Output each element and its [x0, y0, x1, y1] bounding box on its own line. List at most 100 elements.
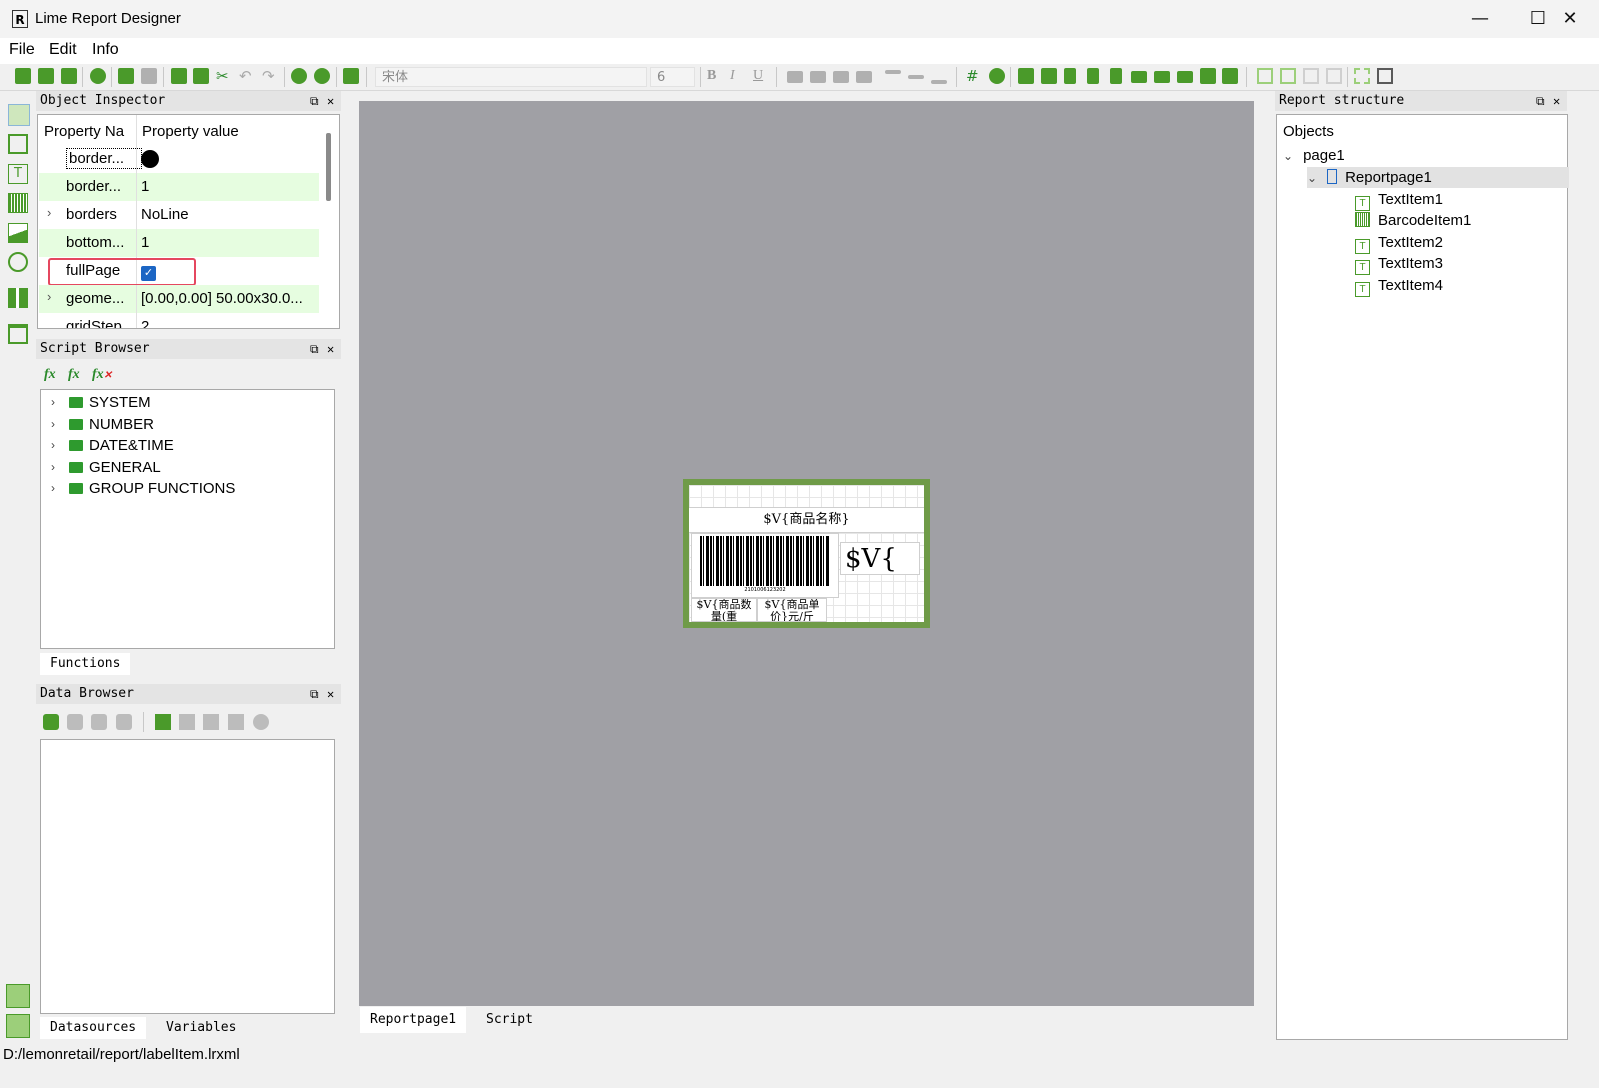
float-icon[interactable]: ⧉ [310, 684, 319, 704]
tree-item-reportpage1[interactable]: ⌄ Reportpage1 [1307, 167, 1569, 188]
toggle-left-panel-icon[interactable] [6, 984, 30, 1008]
tree-item-textitem4[interactable]: T TextItem4 [1355, 275, 1443, 297]
border-left-icon[interactable] [1303, 68, 1319, 84]
close-panel-icon[interactable]: ✕ [327, 684, 334, 704]
delete-function-icon[interactable]: fx✕ [92, 367, 112, 383]
align-justify-icon[interactable] [856, 71, 872, 83]
align-right-icon[interactable] [833, 71, 849, 83]
property-row[interactable]: › borders NoLine [39, 201, 319, 229]
text-item-quantity[interactable]: $V{商品数量(重 [691, 598, 757, 622]
connect-icon[interactable] [116, 714, 132, 730]
tree-item-number[interactable]: › NUMBER [51, 414, 154, 435]
paste-icon[interactable] [193, 68, 209, 84]
italic-button[interactable]: I [730, 68, 746, 84]
close-panel-icon[interactable]: ✕ [1553, 91, 1560, 111]
tree-item-datetime[interactable]: › DATE&TIME [51, 435, 174, 456]
grid-icon[interactable]: # [966, 68, 982, 84]
close-window-button[interactable]: ✕ [1541, 0, 1599, 38]
add-page-icon[interactable] [118, 68, 134, 84]
same-height-icon[interactable] [1200, 68, 1216, 84]
column-header-value[interactable]: Property value [142, 123, 239, 140]
cut-icon[interactable]: ✂ [216, 68, 232, 84]
edit-function-icon[interactable]: fx [68, 367, 80, 383]
close-panel-icon[interactable]: ✕ [327, 91, 334, 111]
align-items-bottom-icon[interactable] [1154, 71, 1170, 83]
copy-icon[interactable] [171, 68, 187, 84]
property-row[interactable]: › geome... [0.00,0.00] 50.00x30.0... [39, 285, 319, 313]
menu-info[interactable]: Info [92, 41, 119, 59]
expand-chevron-icon[interactable]: › [47, 205, 51, 220]
undo-icon[interactable]: ↶ [239, 68, 255, 84]
float-icon[interactable]: ⧉ [1536, 91, 1545, 111]
edit-variable-icon[interactable] [203, 714, 219, 730]
delete-page-icon[interactable] [141, 68, 157, 84]
barcode-tool-icon[interactable] [8, 193, 28, 213]
border-color-swatch[interactable] [141, 150, 159, 172]
tree-item-barcodeitem1[interactable]: BarcodeItem1 [1355, 210, 1471, 231]
edit-datasource-icon[interactable] [67, 714, 83, 730]
label-page-inner[interactable]: $V{商品名称} 2101006123202 $V{商品数量(重 $V{商品单价… [689, 485, 924, 622]
tab-variables[interactable]: Variables [156, 1017, 246, 1039]
align-center-icon[interactable] [810, 71, 826, 83]
align-items-left-icon[interactable] [1064, 68, 1076, 84]
property-row[interactable]: gridStep 2 [39, 313, 319, 328]
underline-button[interactable]: U [753, 68, 769, 84]
tree-item-textitem1[interactable]: T TextItem1 [1355, 189, 1443, 211]
property-row-fullpage[interactable]: fullPage ✓ [39, 257, 319, 286]
delete-datasource-icon[interactable] [91, 714, 107, 730]
select-tool-icon[interactable] [8, 104, 30, 126]
float-icon[interactable]: ⧉ [310, 339, 319, 359]
print-icon[interactable] [343, 68, 359, 84]
tree-item-group-functions[interactable]: › GROUP FUNCTIONS [51, 478, 235, 499]
column-header-name[interactable]: Property Na [44, 123, 134, 140]
same-width-icon[interactable] [1222, 68, 1238, 84]
valign-bottom-icon[interactable] [931, 80, 947, 84]
align-items-vcenter-icon[interactable] [1177, 71, 1193, 83]
scrollbar-thumb[interactable] [326, 133, 331, 201]
align-items-right-icon[interactable] [1087, 68, 1099, 84]
menu-file[interactable]: File [9, 41, 35, 59]
tab-datasources[interactable]: Datasources [40, 1017, 147, 1039]
toggle-right-panel-icon[interactable] [6, 1014, 30, 1038]
send-back-icon[interactable] [1041, 68, 1057, 84]
valign-top-icon[interactable] [885, 70, 901, 74]
zoom-in-icon[interactable] [291, 68, 307, 84]
link-icon[interactable] [989, 68, 1005, 84]
label-page[interactable]: $V{商品名称} 2101006123202 $V{商品数量(重 $V{商品单价… [683, 479, 930, 628]
text-item-product-name[interactable]: $V{商品名称} [689, 507, 924, 533]
settings-icon[interactable] [90, 68, 106, 84]
add-function-icon[interactable]: fx [44, 367, 56, 383]
text-item-price[interactable]: $V{商品单价}元/斤 [757, 598, 827, 622]
help-icon[interactable] [253, 714, 269, 730]
delete-variable-icon[interactable] [228, 714, 244, 730]
float-icon[interactable]: ⧉ [310, 91, 319, 111]
border-top-icon[interactable] [1257, 68, 1273, 84]
no-border-icon[interactable] [1354, 68, 1370, 84]
align-items-top-icon[interactable] [1131, 71, 1147, 83]
add-datasource-icon[interactable] [43, 714, 59, 730]
close-panel-icon[interactable]: ✕ [327, 339, 334, 359]
delete-tool-icon[interactable] [8, 324, 28, 344]
font-size-select[interactable]: 6 [650, 67, 695, 87]
border-right-icon[interactable] [1326, 68, 1342, 84]
property-row[interactable]: border... 1 [39, 173, 319, 201]
valign-middle-icon[interactable] [908, 75, 924, 79]
menu-edit[interactable]: Edit [49, 41, 77, 59]
image-tool-icon[interactable] [8, 223, 28, 243]
property-row[interactable]: bottom... 1 [39, 229, 319, 257]
tree-item-textitem3[interactable]: T TextItem3 [1355, 253, 1443, 275]
redo-icon[interactable]: ↷ [262, 68, 278, 84]
align-left-icon[interactable] [787, 71, 803, 83]
save-icon[interactable] [61, 68, 77, 84]
tab-script[interactable]: Script [476, 1007, 543, 1033]
band-tool-icon[interactable] [8, 134, 28, 154]
font-name-select[interactable]: 宋体 [375, 67, 647, 87]
tree-item-textitem2[interactable]: T TextItem2 [1355, 232, 1443, 254]
view-icon[interactable] [179, 714, 195, 730]
chart-tool-icon[interactable] [8, 288, 28, 308]
border-bottom-icon[interactable] [1280, 68, 1296, 84]
tree-item-page1[interactable]: ⌄ page1 [1283, 145, 1345, 166]
shape-tool-icon[interactable] [8, 252, 28, 272]
add-variable-icon[interactable] [155, 714, 171, 730]
tree-item-system[interactable]: › SYSTEM [51, 392, 151, 413]
